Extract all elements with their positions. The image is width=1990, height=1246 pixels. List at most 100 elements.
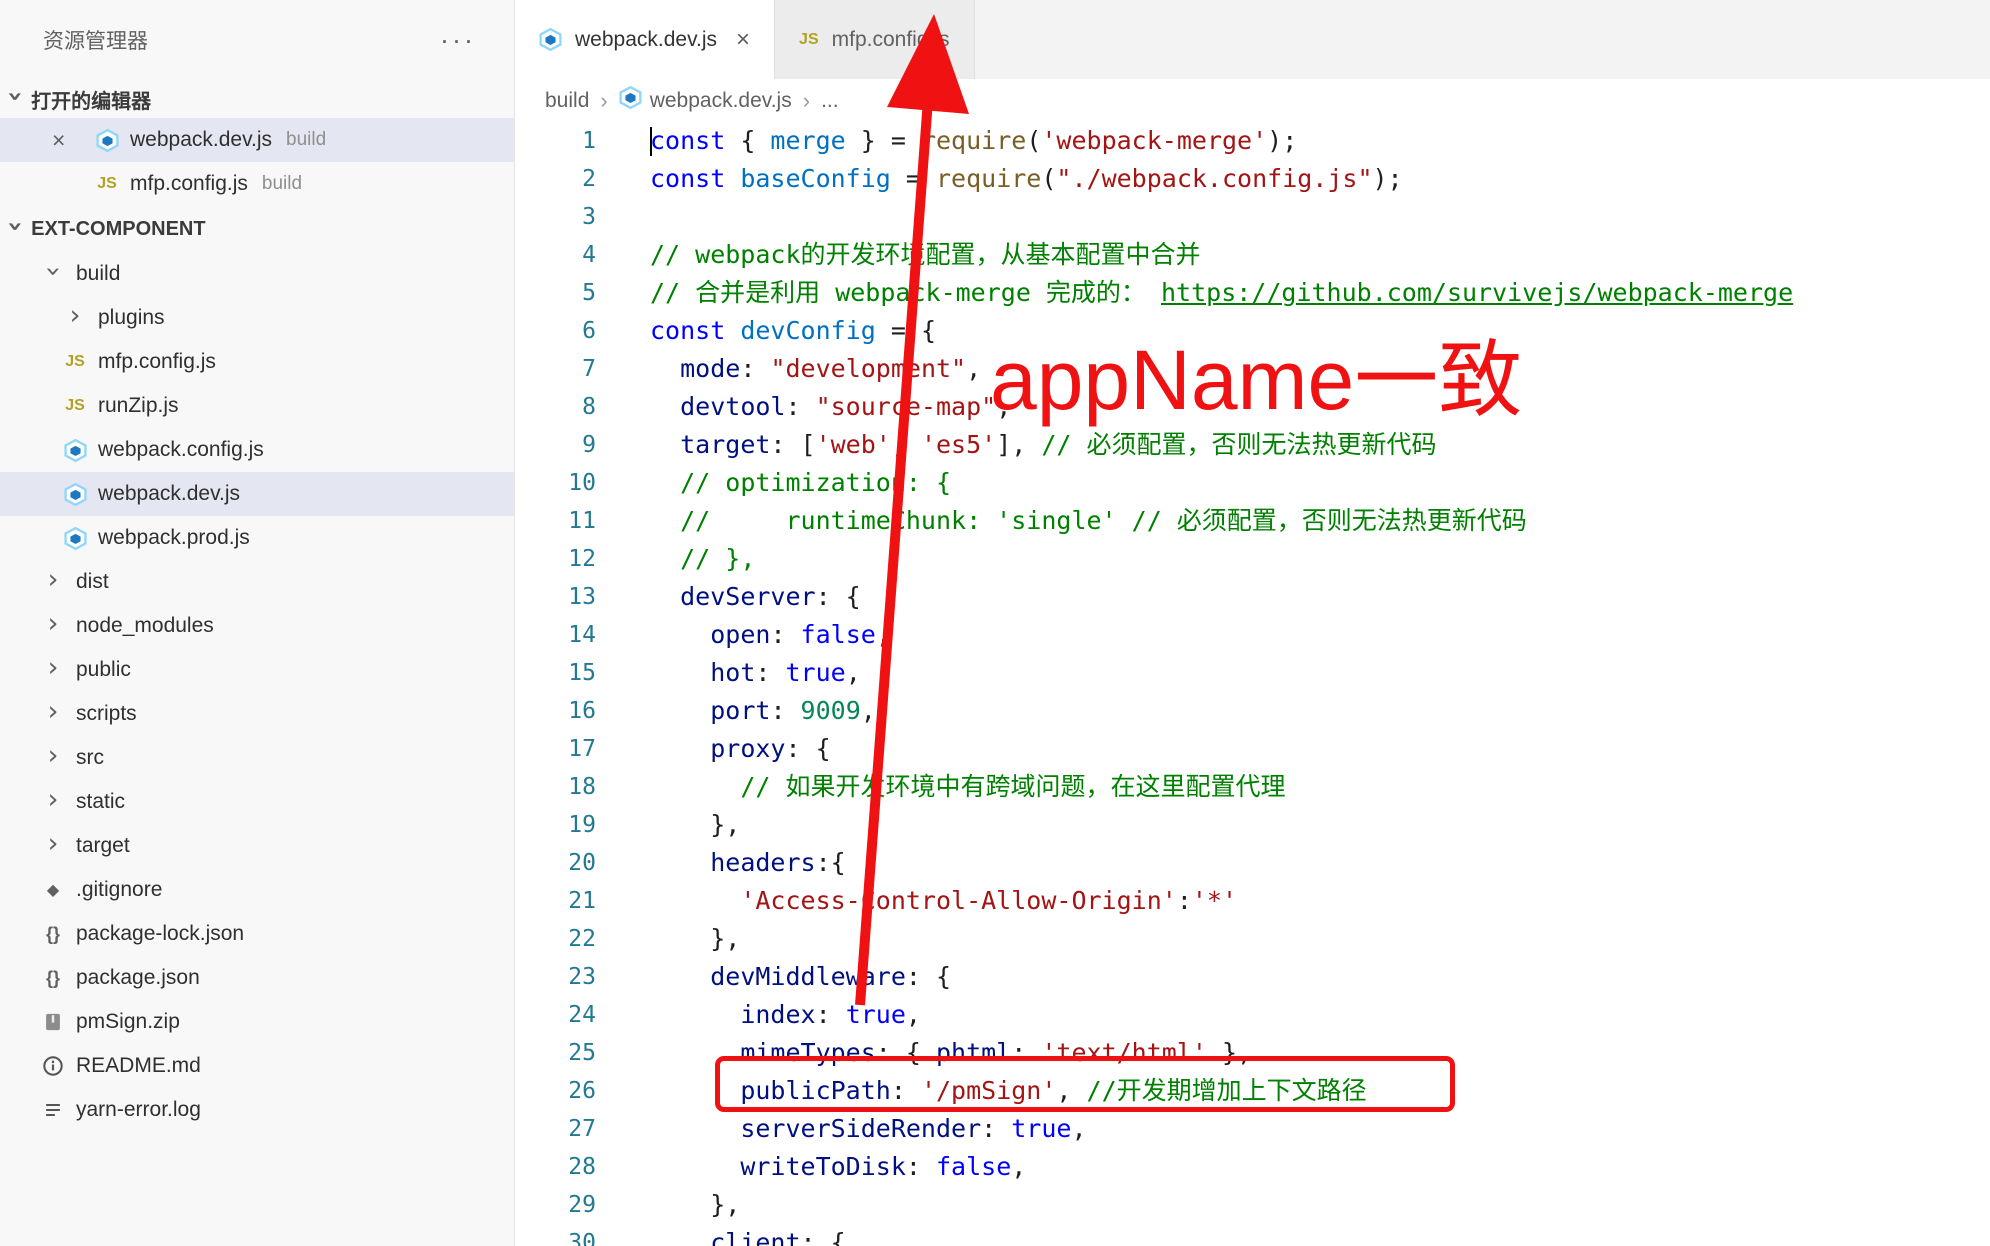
more-actions-icon[interactable]: ···	[440, 27, 476, 54]
tree-file-webpack.dev.js[interactable]: webpack.dev.js	[0, 472, 514, 516]
code-line-23[interactable]: 23 devMiddleware: {	[515, 958, 1990, 996]
code-line-15[interactable]: 15 hot: true,	[515, 654, 1990, 692]
code-line-24[interactable]: 24 index: true,	[515, 996, 1990, 1034]
code-token: },	[650, 810, 740, 839]
code-token	[650, 1000, 740, 1029]
code-token: ,	[891, 430, 921, 459]
tree-file-mfp.config.js[interactable]: JSmfp.config.js	[0, 340, 514, 384]
code-token	[650, 772, 740, 801]
tree-file-pmSign.zip[interactable]: pmSign.zip	[0, 1000, 514, 1044]
code-token: const	[650, 126, 725, 155]
code-line-22[interactable]: 22 },	[515, 920, 1990, 958]
code-line-4[interactable]: 4// webpack的开发环境配置，从基本配置中合并	[515, 236, 1990, 274]
code-line-5[interactable]: 5// 合并是利用 webpack-merge 完成的： https://git…	[515, 274, 1990, 312]
code-line-26[interactable]: 26 publicPath: '/pmSign', //开发期增加上下文路径	[515, 1072, 1990, 1110]
line-content: // 合并是利用 webpack-merge 完成的： https://gith…	[650, 274, 1793, 312]
close-icon[interactable]: ×	[52, 127, 90, 154]
tree-file-package.json[interactable]: {}package.json	[0, 956, 514, 1000]
text-cursor	[650, 127, 652, 156]
code-line-13[interactable]: 13 devServer: {	[515, 578, 1990, 616]
code-token: const	[650, 164, 725, 193]
code-token: // 如果开发环境中有跨域问题，在这里配置代理	[740, 772, 1285, 801]
code-token	[650, 506, 680, 535]
code-token: : {	[906, 962, 951, 991]
line-content: mimeTypes: { phtml: 'text/html' },	[650, 1034, 1252, 1072]
code-line-6[interactable]: 6const devConfig = {	[515, 312, 1990, 350]
open-editor-webpack.dev.js[interactable]: ×webpack.dev.jsbuild	[0, 118, 514, 162]
tree-file-package-lock.json[interactable]: {}package-lock.json	[0, 912, 514, 956]
code-token: const	[650, 316, 725, 345]
tree-file-webpack.prod.js[interactable]: webpack.prod.js	[0, 516, 514, 560]
tree-file-README.md[interactable]: README.md	[0, 1044, 514, 1088]
tree-item-label: package-lock.json	[76, 922, 244, 946]
open-editors-header[interactable]: › 打开的编辑器	[0, 80, 514, 118]
code-line-25[interactable]: 25 mimeTypes: { phtml: 'text/html' },	[515, 1034, 1990, 1072]
tree-folder-src[interactable]: ›src	[0, 736, 514, 780]
code-line-28[interactable]: 28 writeToDisk: false,	[515, 1148, 1990, 1186]
code-line-2[interactable]: 2const baseConfig = require("./webpack.c…	[515, 160, 1990, 198]
code-line-18[interactable]: 18 // 如果开发环境中有跨域问题，在这里配置代理	[515, 768, 1990, 806]
code-token: proxy	[710, 734, 785, 763]
code-token: },	[650, 1190, 740, 1219]
line-number: 12	[515, 540, 596, 578]
tree-folder-node_modules[interactable]: ›node_modules	[0, 604, 514, 648]
code-line-8[interactable]: 8 devtool: "source-map",	[515, 388, 1990, 426]
code-token: ,	[996, 392, 1011, 421]
line-content: hot: true,	[650, 654, 861, 692]
open-editor-mfp.config.js[interactable]: JSmfp.config.jsbuild	[0, 162, 514, 206]
tree-item-label: yarn-error.log	[76, 1098, 201, 1122]
tree-file-runZip.js[interactable]: JSrunZip.js	[0, 384, 514, 428]
code-token: } =	[846, 126, 921, 155]
code-token: hot	[710, 658, 755, 687]
tree-item-label: public	[76, 658, 131, 682]
code-line-20[interactable]: 20 headers:{	[515, 844, 1990, 882]
tree-folder-plugins[interactable]: ›plugins	[0, 296, 514, 340]
code-line-9[interactable]: 9 target: ['web', 'es5'], // 必须配置，否则无法热更…	[515, 426, 1990, 464]
line-content: // },	[650, 540, 755, 578]
code-line-17[interactable]: 17 proxy: {	[515, 730, 1990, 768]
code-line-16[interactable]: 16 port: 9009,	[515, 692, 1990, 730]
code-line-19[interactable]: 19 },	[515, 806, 1990, 844]
tree-folder-target[interactable]: ›target	[0, 824, 514, 868]
code-line-21[interactable]: 21 'Access-Control-Allow-Origin':'*'	[515, 882, 1990, 920]
tree-folder-dist[interactable]: ›dist	[0, 560, 514, 604]
workspace-section-label: EXT-COMPONENT	[31, 218, 205, 241]
chevron-right-icon: ›	[36, 657, 70, 684]
code-line-12[interactable]: 12 // },	[515, 540, 1990, 578]
code-token: // 合并是利用 webpack-merge 完成的：	[650, 278, 1161, 307]
explorer-sidebar: 资源管理器 ··· › 打开的编辑器 ×webpack.dev.jsbuildJ…	[0, 0, 515, 1246]
code-token: false	[801, 620, 876, 649]
tree-folder-static[interactable]: ›static	[0, 780, 514, 824]
breadcrumb-item-webpack.dev.js[interactable]: webpack.dev.js	[619, 86, 792, 115]
tree-file-webpack.config.js[interactable]: webpack.config.js	[0, 428, 514, 472]
tree-folder-public[interactable]: ›public	[0, 648, 514, 692]
code-line-27[interactable]: 27 serverSideRender: true,	[515, 1110, 1990, 1148]
workspace-section-header[interactable]: › EXT-COMPONENT	[0, 206, 514, 252]
code-area[interactable]: 1const { merge } = require('webpack-merg…	[515, 122, 1990, 1246]
code-line-3[interactable]: 3	[515, 198, 1990, 236]
code-line-14[interactable]: 14 open: false,	[515, 616, 1990, 654]
breadcrumb-separator-icon: ›	[803, 88, 810, 114]
breadcrumb-label: webpack.dev.js	[650, 89, 792, 113]
tree-folder-scripts[interactable]: ›scripts	[0, 692, 514, 736]
close-icon[interactable]: ×	[736, 28, 750, 52]
tab-webpack.dev.js[interactable]: webpack.dev.js×	[515, 0, 775, 79]
breadcrumb-item-...[interactable]: ...	[821, 89, 839, 113]
tree-file-.gitignore[interactable]: ◆.gitignore	[0, 868, 514, 912]
tree-file-yarn-error.log[interactable]: yarn-error.log	[0, 1088, 514, 1132]
code-token: :{	[816, 848, 846, 877]
code-token: :	[770, 696, 800, 725]
code-line-7[interactable]: 7 mode: "development",	[515, 350, 1990, 388]
tree-folder-build[interactable]: ›build	[0, 252, 514, 296]
breadcrumb-item-build[interactable]: build	[545, 89, 589, 113]
code-line-1[interactable]: 1const { merge } = require('webpack-merg…	[515, 122, 1990, 160]
code-line-30[interactable]: 30 client: {	[515, 1224, 1990, 1246]
line-content: },	[650, 806, 740, 844]
chevron-down-icon: ›	[2, 220, 29, 231]
line-number: 1	[515, 122, 596, 160]
tab-mfp.config.js[interactable]: JSmfp.config.js	[775, 0, 974, 79]
code-line-10[interactable]: 10 // optimization: {	[515, 464, 1990, 502]
code-line-29[interactable]: 29 },	[515, 1186, 1990, 1224]
tree-item-label: static	[76, 790, 125, 814]
code-line-11[interactable]: 11 // runtimeChunk: 'single' // 必须配置，否则无…	[515, 502, 1990, 540]
